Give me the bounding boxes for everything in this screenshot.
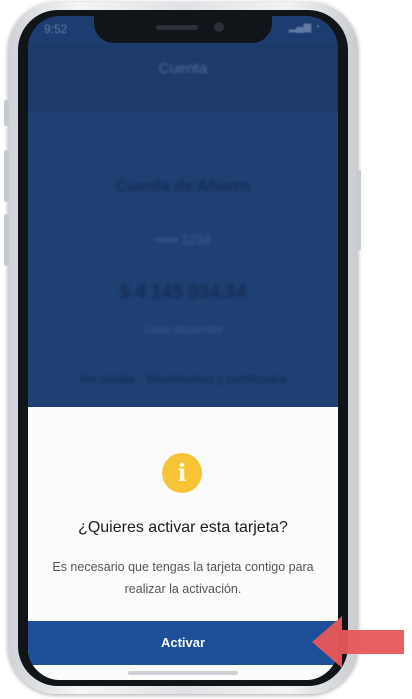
activation-dialog: i ¿Quieres activar esta tarjeta? Es nece…	[28, 407, 338, 680]
notch	[94, 16, 272, 43]
balance-caption: Saldo disponible	[142, 324, 224, 336]
dialog-message-line-2: realizar la activación.	[124, 582, 242, 596]
phone-screen: 9:52 ▂▄▆ ◔ Cuenta Cuenta de Ahorro •••••…	[28, 16, 338, 680]
account-panel	[28, 112, 338, 407]
front-camera	[214, 22, 224, 32]
signal-battery-icon: ▂▄▆ ◔	[288, 22, 320, 33]
header-title: Cuenta	[158, 60, 208, 77]
dialog-message: Es necesario que tengas la tarjeta conti…	[28, 556, 338, 600]
speaker	[156, 25, 198, 30]
power-button	[356, 170, 361, 250]
account-type: Cuenta de Ahorro	[115, 178, 251, 195]
activate-button[interactable]: Activar	[28, 621, 338, 665]
account-balance: $ 4 145 034.34	[119, 282, 247, 303]
volume-up-button	[4, 150, 9, 202]
volume-down-button	[4, 214, 9, 266]
home-indicator	[128, 671, 238, 675]
account-links: Ver detalle · Movimientos y certificados	[78, 372, 288, 386]
info-icon: i	[162, 453, 202, 493]
app-header	[28, 44, 338, 112]
status-time: 9:52	[44, 22, 68, 36]
dialog-message-line-1: Es necesario que tengas la tarjeta conti…	[52, 560, 314, 574]
mute-switch	[4, 100, 9, 126]
dialog-title: ¿Quieres activar esta tarjeta?	[78, 519, 288, 536]
account-number: ••••• 1234	[155, 232, 211, 247]
red-pointer-arrow-icon	[312, 616, 404, 668]
